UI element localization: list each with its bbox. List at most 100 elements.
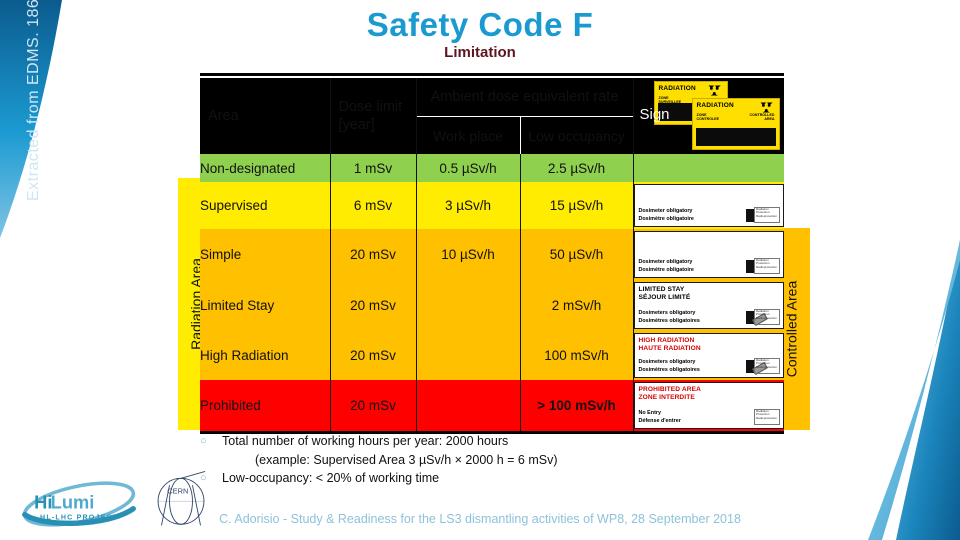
header-low-occupancy-label: Low occupancy xyxy=(528,127,625,144)
cell-sign: Dosimeter obligatory Dosimètre obligatoi… xyxy=(633,229,784,280)
placard-title-en: PROHIBITED AREA xyxy=(638,386,701,393)
bullet-marker: ○ xyxy=(200,435,207,447)
cell-work-place: 0.5 µSv/h xyxy=(416,154,521,182)
placard-line-fr: Dosimètres obligatoires xyxy=(638,318,700,324)
list-item: ○ Low-occupancy: < 20% of working time xyxy=(200,469,760,487)
cell-area: Supervised xyxy=(200,182,331,229)
cell-work-place: 3 µSv/h xyxy=(416,182,521,229)
cell-dose-limit: 20 mSv xyxy=(330,280,417,331)
cell-low-occupancy: 100 mSv/h xyxy=(520,331,634,380)
svg-text:Lumi: Lumi xyxy=(51,492,95,513)
cell-low-occupancy: 50 µSv/h xyxy=(520,229,634,280)
table-row: High Radiation 20 mSv 100 mSv/h HIGH RAD… xyxy=(200,331,784,380)
limits-table-wrapper: Area Dose limit [year] Ambient dose equi… xyxy=(200,73,784,434)
placard-line-en: Dosimeters obligatory xyxy=(638,310,696,316)
table-header-row: Area Dose limit [year] Ambient dose equi… xyxy=(200,78,784,154)
table-row: Supervised 6 mSv 3 µSv/h 15 µSv/h Dosime… xyxy=(200,182,784,229)
cell-sign: HIGH RADIATION HAUTE RADIATION Dosimeter… xyxy=(633,331,784,380)
warning-placard-high-radiation: HIGH RADIATION HAUTE RADIATION Dosimeter… xyxy=(633,333,784,378)
radiation-protection-logo: Radiation Protection Radioprotection xyxy=(754,309,780,325)
table-row: Simple 20 mSv 10 µSv/h 50 µSv/h Dosimete… xyxy=(200,229,784,280)
cern-logo-label: CERN xyxy=(167,486,188,495)
header-work-place-label: Work place xyxy=(417,117,521,154)
cell-low-occupancy: 2 mSv/h xyxy=(520,280,634,331)
cell-dose-limit: 20 mSv xyxy=(330,229,417,280)
placard-line-fr: Défense d'entrer xyxy=(638,418,681,424)
cell-work-place xyxy=(416,280,521,331)
radiation-protection-logo: Radiation Protection Radioprotection xyxy=(754,207,780,223)
cell-area: Limited Stay xyxy=(200,280,331,331)
placard-line-en: No Entry xyxy=(638,410,661,416)
mini-sign-title: RADIATION xyxy=(696,102,734,109)
placard-line-fr: Dosimètres obligatoires xyxy=(638,367,700,373)
header-cell-ambient: Ambient dose equivalent rate Work place … xyxy=(416,78,634,154)
cell-dose-limit: 20 mSv xyxy=(330,331,417,380)
radiation-protection-logo: Radiation Protection Radioprotection xyxy=(754,358,780,374)
trefoil-icon xyxy=(708,85,721,96)
cell-area: Simple xyxy=(200,229,331,280)
header-cell-area: Area xyxy=(200,78,331,154)
warning-placard-supervised: Dosimeter obligatory Dosimètre obligatoi… xyxy=(633,184,784,227)
table-row: Non-designated 1 mSv 0.5 µSv/h 2.5 µSv/h xyxy=(200,154,784,182)
notes-list: ○ Total number of working hours per year… xyxy=(200,432,760,488)
placard-title-fr: ZONE INTERDITE xyxy=(638,394,695,401)
note-example: (example: Supervised Area 3 µSv/h × 2000… xyxy=(255,453,558,467)
table-row: Limited Stay 20 mSv 2 mSv/h LIMITED STAY… xyxy=(200,280,784,331)
cell-dose-limit: 20 mSv xyxy=(330,380,417,431)
radiation-protection-logo: Radiation Protection Radioprotection xyxy=(754,409,780,425)
header-area-label: Area xyxy=(208,108,239,124)
page-title: Safety Code F xyxy=(366,6,594,43)
decorative-swoosh-right xyxy=(868,240,960,540)
warning-placard-prohibited: PROHIBITED AREA ZONE INTERDITE No Entry … xyxy=(633,382,784,429)
header-cell-sign: Sign RADIATION ZONE SURVEILLEE xyxy=(633,78,784,154)
cell-low-occupancy: > 100 mSv/h xyxy=(520,380,634,431)
cell-dose-limit: 6 mSv xyxy=(330,182,417,229)
radiation-limits-table: Area Dose limit [year] Ambient dose equi… xyxy=(200,78,784,431)
cell-sign xyxy=(633,154,784,182)
placard-line-fr: Dosimètre obligatoire xyxy=(638,216,694,222)
cell-dose-limit: 1 mSv xyxy=(330,154,417,182)
cell-sign: LIMITED STAY SÉJOUR LIMITÉ Dosimeters ob… xyxy=(633,280,784,331)
slide-footer: C. Adorisio - Study & Readiness for the … xyxy=(219,512,741,526)
placard-line-en: Dosimeter obligatory xyxy=(638,208,693,214)
placard-line-fr: Dosimètre obligatoire xyxy=(638,267,694,273)
header-ambient-label: Ambient dose equivalent rate xyxy=(416,78,633,117)
cell-work-place: 10 µSv/h xyxy=(416,229,521,280)
table-row: Prohibited 20 mSv > 100 mSv/h PROHIBITED… xyxy=(200,380,784,431)
radiation-protection-logo: Radiation Protection Radioprotection xyxy=(754,258,780,274)
mini-sign-line2: CONTROLEE xyxy=(696,117,720,122)
mini-sign-right2: AREA xyxy=(764,117,775,122)
placard-title-en: HIGH RADIATION xyxy=(638,337,695,344)
list-item: ○ Total number of working hours per year… xyxy=(200,432,760,450)
placard-title-en: LIMITED STAY xyxy=(638,286,685,293)
note-low-occupancy: Low-occupancy: < 20% of working time xyxy=(222,471,440,485)
table-top-rule xyxy=(200,73,784,76)
cell-area: Prohibited xyxy=(200,380,331,431)
mini-sign-title: RADIATION xyxy=(658,85,696,92)
cell-work-place xyxy=(416,380,521,431)
note-total-hours: Total number of working hours per year: … xyxy=(222,434,509,448)
cell-area: Non-designated xyxy=(200,154,331,182)
header-dose-limit-line1: Dose limit xyxy=(338,99,403,115)
cell-sign: PROHIBITED AREA ZONE INTERDITE No Entry … xyxy=(633,380,784,431)
radiation-sign-controlled-thumb: RADIATION ZONE CONTROLEE CONTROLLED AREA xyxy=(691,98,780,150)
header-cell-dose-limit: Dose limit [year] xyxy=(330,78,417,154)
warning-placard-simple: Dosimeter obligatory Dosimètre obligatoi… xyxy=(633,231,784,278)
mini-sign-plate xyxy=(695,128,776,146)
header-dose-limit-line2: [year] xyxy=(338,117,375,134)
controlled-area-band-label: Controlled Area xyxy=(783,280,800,378)
cell-work-place xyxy=(416,331,521,380)
svg-text:Hi: Hi xyxy=(34,492,52,513)
placard-title-fr: SÉJOUR LIMITÉ xyxy=(638,294,691,301)
cell-sign: Dosimeter obligatory Dosimètre obligatoi… xyxy=(633,182,784,229)
page-subtitle: Limitation xyxy=(444,44,516,61)
warning-placard-limited-stay: LIMITED STAY SÉJOUR LIMITÉ Dosimeters ob… xyxy=(633,282,784,329)
cell-area: High Radiation xyxy=(200,331,331,380)
placard-line-en: Dosimeter obligatory xyxy=(638,259,693,265)
slide-canvas: Extracted from EDMS. 1868872 Safety Code… xyxy=(0,0,960,540)
cell-low-occupancy: 15 µSv/h xyxy=(520,182,634,229)
placard-line-en: Dosimeters obligatory xyxy=(638,359,696,365)
header-sign-label: Sign xyxy=(639,106,670,123)
placard-title-fr: HAUTE RADIATION xyxy=(638,345,701,352)
cell-low-occupancy: 2.5 µSv/h xyxy=(520,154,634,182)
